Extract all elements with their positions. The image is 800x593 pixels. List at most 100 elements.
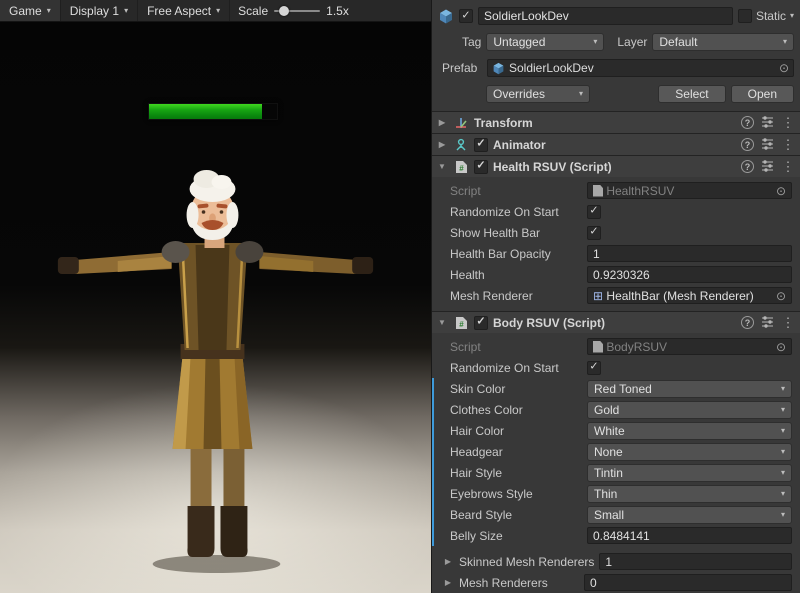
script-icon: # bbox=[453, 159, 469, 175]
randomize-label: Randomize On Start bbox=[450, 361, 582, 375]
foldout-closed-icon[interactable]: ▶ bbox=[442, 557, 454, 566]
unity-editor-window: Game ▾ Display 1 ▾ Free Aspect ▾ Scale 1… bbox=[0, 0, 800, 593]
eyebrows-style-dropdown[interactable]: Thin▾ bbox=[587, 485, 792, 503]
body-script-field[interactable]: BodyRSUV ⊙ bbox=[587, 338, 792, 355]
health-bar-opacity-field[interactable]: 1 bbox=[587, 245, 792, 262]
scale-value: 1.5x bbox=[326, 4, 349, 18]
belly-size-value: 0.8484141 bbox=[593, 529, 650, 543]
static-label: Static bbox=[756, 9, 786, 23]
inspector-panel: ✓ Static ▾ Tag Untagged ▾ Layer Default … bbox=[432, 0, 800, 593]
kebab-menu-icon[interactable]: ⋮ bbox=[780, 115, 796, 131]
kebab-menu-icon[interactable]: ⋮ bbox=[780, 159, 796, 175]
mesh-renderers-size-field[interactable]: 0 bbox=[584, 574, 792, 591]
active-checkbox[interactable]: ✓ bbox=[459, 9, 473, 23]
layer-dropdown[interactable]: Default ▾ bbox=[652, 33, 794, 51]
belly-size-label: Belly Size bbox=[450, 529, 582, 543]
prefab-mini-cube-icon bbox=[492, 62, 505, 75]
object-picker-icon[interactable]: ⊙ bbox=[779, 62, 789, 74]
game-tab-label: Game bbox=[9, 4, 42, 18]
game-tab-dropdown[interactable]: Game ▾ bbox=[0, 0, 61, 21]
static-checkbox[interactable] bbox=[738, 9, 752, 23]
gameobject-name-input[interactable] bbox=[478, 7, 733, 25]
check-icon: ✓ bbox=[461, 10, 470, 21]
foldout-closed-icon[interactable]: ▶ bbox=[442, 578, 454, 587]
character-shadow bbox=[153, 555, 281, 573]
object-picker-icon[interactable]: ⊙ bbox=[776, 290, 786, 302]
static-dropdown-icon[interactable]: ▾ bbox=[790, 12, 794, 20]
clothes-color-value: Gold bbox=[594, 403, 619, 417]
prefab-cube-icon bbox=[438, 8, 454, 24]
open-button[interactable]: Open bbox=[731, 85, 794, 103]
health-value-field[interactable]: 0.9230326 bbox=[587, 266, 792, 283]
health-rsuv-component-header[interactable]: ▼ # ✓ Health RSUV (Script) ? ⋮ bbox=[432, 155, 800, 177]
health-bar bbox=[148, 103, 278, 120]
tag-label: Tag bbox=[462, 35, 481, 49]
help-icon[interactable]: ? bbox=[741, 316, 754, 329]
kebab-menu-icon[interactable]: ⋮ bbox=[780, 137, 796, 153]
help-icon[interactable]: ? bbox=[741, 116, 754, 129]
hair-color-dropdown[interactable]: White▾ bbox=[587, 422, 792, 440]
prefab-object-field[interactable]: SoldierLookDev ⊙ bbox=[487, 59, 794, 77]
scale-slider[interactable] bbox=[274, 10, 320, 12]
object-picker-icon[interactable]: ⊙ bbox=[776, 185, 786, 197]
transform-component-header[interactable]: ▶ Transform ? ⋮ bbox=[432, 111, 800, 133]
check-icon: ✓ bbox=[589, 362, 598, 373]
script-value: HealthRSUV bbox=[606, 184, 674, 198]
headgear-dropdown[interactable]: None▾ bbox=[587, 443, 792, 461]
static-toggle[interactable]: Static ▾ bbox=[738, 9, 794, 23]
health-value: 0.9230326 bbox=[593, 268, 650, 282]
beard-style-dropdown[interactable]: Small▾ bbox=[587, 506, 792, 524]
health-script-field[interactable]: HealthRSUV ⊙ bbox=[587, 182, 792, 199]
show-health-bar-checkbox[interactable]: ✓ bbox=[587, 226, 601, 240]
foldout-closed-icon[interactable]: ▶ bbox=[436, 118, 448, 127]
layer-label: Layer bbox=[617, 35, 647, 49]
randomize-on-start-checkbox[interactable]: ✓ bbox=[587, 361, 601, 375]
animator-component-header[interactable]: ▶ ✓ Animator ? ⋮ bbox=[432, 133, 800, 155]
foldout-open-icon[interactable]: ▼ bbox=[436, 318, 448, 327]
skin-color-dropdown[interactable]: Red Toned▾ bbox=[587, 380, 792, 398]
presets-icon[interactable] bbox=[759, 137, 775, 153]
skinned-mesh-renderers-size-field[interactable]: 1 bbox=[599, 553, 792, 570]
gameobject-header: ✓ Static ▾ Tag Untagged ▾ Layer Default … bbox=[432, 0, 800, 111]
aspect-label: Free Aspect bbox=[147, 4, 211, 18]
overrides-dropdown[interactable]: Overrides ▾ bbox=[486, 85, 590, 103]
chevron-down-icon: ▾ bbox=[781, 385, 785, 393]
object-picker-icon[interactable]: ⊙ bbox=[776, 341, 786, 353]
help-icon[interactable]: ? bbox=[741, 138, 754, 151]
clothes-color-label: Clothes Color bbox=[450, 403, 582, 417]
aspect-ratio-dropdown[interactable]: Free Aspect ▾ bbox=[138, 0, 230, 21]
check-icon: ✓ bbox=[589, 227, 598, 238]
foldout-closed-icon[interactable]: ▶ bbox=[436, 140, 448, 149]
game-toolbar: Game ▾ Display 1 ▾ Free Aspect ▾ Scale 1… bbox=[0, 0, 431, 22]
health-enabled-checkbox[interactable]: ✓ bbox=[474, 160, 488, 174]
belly-size-field[interactable]: 0.8484141 bbox=[587, 527, 792, 544]
tag-dropdown[interactable]: Untagged ▾ bbox=[486, 33, 604, 51]
mesh-renderer-label: Mesh Renderer bbox=[450, 289, 582, 303]
presets-icon[interactable] bbox=[759, 159, 775, 175]
svg-text:#: # bbox=[459, 320, 464, 329]
show-health-bar-label: Show Health Bar bbox=[450, 226, 582, 240]
randomize-on-start-checkbox[interactable]: ✓ bbox=[587, 205, 601, 219]
display-dropdown[interactable]: Display 1 ▾ bbox=[61, 0, 138, 21]
check-icon: ✓ bbox=[589, 206, 598, 217]
clothes-color-dropdown[interactable]: Gold▾ bbox=[587, 401, 792, 419]
hair-style-dropdown[interactable]: Tintin▾ bbox=[587, 464, 792, 482]
help-icon[interactable]: ? bbox=[741, 160, 754, 173]
chevron-down-icon: ▾ bbox=[781, 448, 785, 456]
mesh-renderers-label: Mesh Renderers bbox=[459, 576, 548, 590]
hair-style-label: Hair Style bbox=[450, 466, 582, 480]
skin-color-label: Skin Color bbox=[450, 382, 582, 396]
body-enabled-checkbox[interactable]: ✓ bbox=[474, 316, 488, 330]
scale-slider-knob[interactable] bbox=[279, 6, 289, 16]
foldout-open-icon[interactable]: ▼ bbox=[436, 162, 448, 171]
presets-icon[interactable] bbox=[759, 315, 775, 331]
select-button[interactable]: Select bbox=[658, 85, 725, 103]
kebab-menu-icon[interactable]: ⋮ bbox=[780, 315, 796, 331]
body-rsuv-component-header[interactable]: ▼ # ✓ Body RSUV (Script) ? ⋮ bbox=[432, 311, 800, 333]
health-rsuv-body: Script HealthRSUV ⊙ Randomize On Start ✓… bbox=[432, 177, 800, 311]
animator-enabled-checkbox[interactable]: ✓ bbox=[474, 138, 488, 152]
scale-control: Scale 1.5x bbox=[230, 0, 357, 21]
mesh-renderer-object-field[interactable]: ⊞ HealthBar (Mesh Renderer) ⊙ bbox=[587, 287, 792, 304]
presets-icon[interactable] bbox=[759, 115, 775, 131]
script-value: BodyRSUV bbox=[606, 340, 667, 354]
